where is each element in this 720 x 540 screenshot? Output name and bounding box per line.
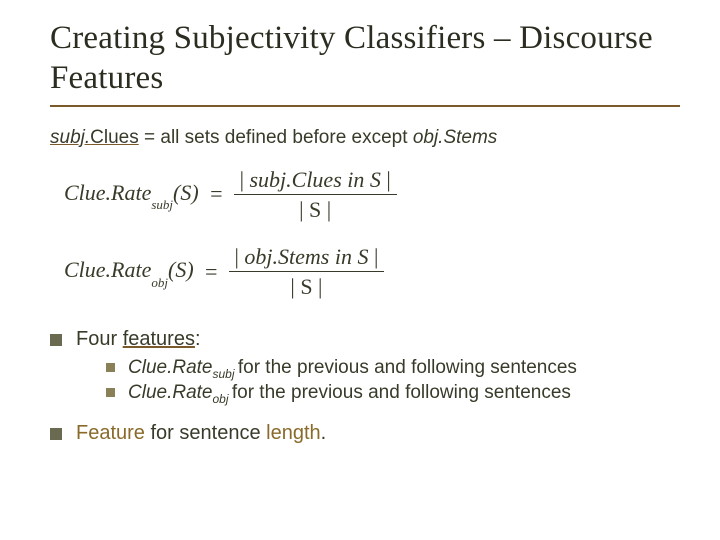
eq1-lhs-main: Clue.Rate: [64, 180, 151, 205]
sub2-name-text: Clue.Rate: [128, 382, 213, 403]
bullet-sentence-length: Feature for sentence length.: [50, 422, 680, 445]
eq2-lhs-main: Clue.Rate: [64, 257, 151, 282]
slide-title: Creating Subjectivity Classifiers – Disc…: [50, 18, 680, 101]
last-c: length: [266, 422, 321, 444]
def-mid: = all sets defined before except: [139, 127, 413, 148]
sub2-rest: for the previous and following sentences: [232, 382, 571, 403]
eq2-num-text: obj.Stems in S: [244, 244, 368, 269]
def-term-prefix: subj.: [50, 127, 90, 148]
eq2-equals: =: [204, 259, 219, 285]
eq2-lhs-sub: obj: [151, 275, 168, 290]
sub2-name: Clue.Rateobj: [128, 382, 232, 403]
eq2-arg: (S): [168, 257, 194, 282]
eq1-num-text: subj.Clues in S: [249, 167, 380, 192]
slide: Creating Subjectivity Classifiers – Disc…: [0, 0, 720, 540]
sub1-name-text: Clue.Rate: [128, 357, 213, 378]
four-underline: features: [123, 328, 195, 350]
sub-bullet-list: Clue.Ratesubj for the previous and follo…: [106, 357, 680, 407]
eq1-lhs-sub: subj: [151, 197, 173, 212]
sub1-sub: subj: [213, 366, 238, 380]
eq2-fraction: | obj.Stems in S | | S |: [229, 244, 385, 300]
sub1-rest: for the previous and following sentences: [238, 357, 577, 378]
four-tail: :: [195, 328, 201, 350]
eq1-num-open: |: [240, 167, 250, 192]
eq2-bar: [229, 271, 385, 272]
sub-bullet-obj: Clue.Rateobj for the previous and follow…: [106, 382, 680, 406]
title-underline: [50, 105, 680, 107]
eq1-equals: =: [209, 181, 224, 207]
eq1-num-close: |: [381, 167, 391, 192]
def-obj: obj.Stems: [413, 127, 497, 148]
equation-obj: Clue.Rateobj(S) = | obj.Stems in S | | S…: [64, 244, 680, 300]
eq1-fraction: | subj.Clues in S | | S |: [234, 167, 397, 223]
eq2-denominator: | S |: [284, 274, 328, 299]
eq1-lhs: Clue.Ratesubj(S): [64, 180, 199, 209]
sub2-sub: obj: [213, 392, 232, 406]
eq1-numerator: | subj.Clues in S |: [234, 167, 397, 192]
equation-subj: Clue.Ratesubj(S) = | subj.Clues in S | |…: [64, 167, 680, 223]
eq2-num-open: |: [235, 244, 245, 269]
eq1-arg: (S): [173, 180, 199, 205]
eq2-num-close: |: [368, 244, 378, 269]
sub-bullet-subj: Clue.Ratesubj for the previous and follo…: [106, 357, 680, 381]
sub1-name: Clue.Ratesubj: [128, 357, 238, 378]
last-b: for sentence: [145, 422, 266, 444]
def-term-word: Clues: [90, 127, 139, 148]
definition-line: subj.Clues = all sets defined before exc…: [50, 127, 680, 149]
last-a: Feature: [76, 422, 145, 444]
eq1-bar: [234, 194, 397, 195]
four-lead: Four: [76, 328, 123, 350]
last-d: .: [321, 422, 327, 444]
bullet-list: Four features: Clue.Ratesubj for the pre…: [50, 328, 680, 446]
bullet-four-features: Four features: Clue.Ratesubj for the pre…: [50, 328, 680, 407]
eq1-denominator: | S |: [293, 197, 337, 222]
eq2-lhs: Clue.Rateobj(S): [64, 257, 194, 286]
eq2-numerator: | obj.Stems in S |: [229, 244, 385, 269]
